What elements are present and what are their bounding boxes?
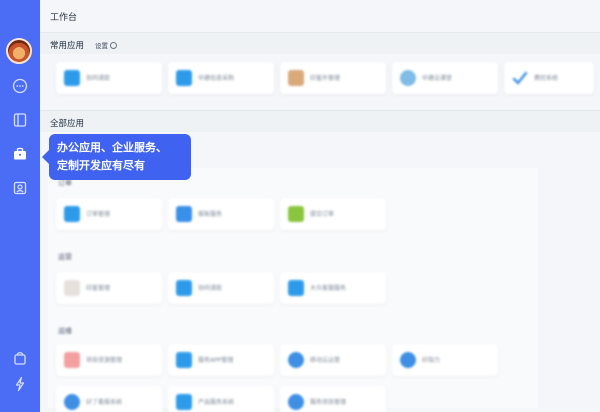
avatar[interactable] [6, 38, 32, 64]
lightning-icon[interactable] [10, 374, 30, 394]
app-label: 大众客服服务 [310, 285, 347, 292]
app-card[interactable]: 协同请款 [56, 62, 162, 94]
app-icon-blue [176, 394, 192, 410]
app-card[interactable]: 提交订单 [280, 198, 386, 230]
app-icon-blue [64, 70, 80, 86]
app-icon-check [512, 70, 528, 86]
tooltip-line-2: 定制开发应有尽有 [57, 159, 145, 172]
app-label: 提交订单 [310, 211, 335, 218]
bag-icon[interactable] [10, 348, 30, 368]
settings-link[interactable]: 设置 [95, 40, 117, 50]
app-label: 好指力 [422, 357, 441, 364]
settings-label: 设置 [95, 42, 108, 50]
main-area: 工作台 常用应用 设置 协同请款 中建信息采购 印鉴外管理 中建云课堂 费控系统… [40, 0, 600, 412]
app-icon-round [64, 394, 80, 410]
app-icon-blue [176, 352, 192, 368]
app-label: 印鉴外管理 [310, 75, 341, 82]
app-icon-blue [288, 280, 304, 296]
app-card[interactable]: 报账服务 [168, 198, 274, 230]
app-icon-teal [400, 70, 416, 86]
app-card[interactable]: 服务项目管理 [280, 386, 386, 412]
app-label: 项目资源管理 [86, 357, 123, 364]
app-label: 协同请款 [86, 75, 111, 82]
app-icon-blue [64, 206, 80, 222]
common-apps-label: 常用应用 [50, 41, 85, 51]
common-apps-header: 常用应用 设置 [40, 32, 600, 54]
feature-tooltip: 办公应用、企业服务、 定制开发应有尽有 [42, 134, 191, 180]
app-window: 工作台 常用应用 设置 协同请款 中建信息采购 印鉴外管理 中建云课堂 费控系统… [0, 0, 600, 412]
app-label: 产品服务系统 [198, 399, 235, 406]
app-card[interactable]: 印鉴管理 [56, 272, 162, 304]
app-label: 印鉴管理 [86, 285, 111, 292]
tooltip-line-1: 办公应用、企业服务、 [57, 141, 167, 154]
contact-card-icon[interactable] [10, 178, 30, 198]
app-card[interactable]: 订单管理 [56, 198, 162, 230]
book-icon[interactable] [10, 110, 30, 130]
app-icon-pink [64, 352, 80, 368]
app-card[interactable]: 项目资源管理 [56, 344, 162, 376]
app-icon-tan [288, 70, 304, 86]
app-label: 服务APP管理 [198, 357, 234, 364]
group-label: 运营 [58, 253, 72, 261]
gear-icon [110, 41, 117, 49]
all-apps-label: 全部应用 [50, 119, 85, 129]
app-label: 中建云课堂 [422, 75, 453, 82]
app-card[interactable]: 中建云课堂 [392, 62, 498, 94]
chat-icon[interactable] [10, 76, 30, 96]
app-icon-grey [64, 280, 80, 296]
app-icon-round [400, 352, 416, 368]
app-card[interactable]: 大众客服服务 [280, 272, 386, 304]
sidebar [0, 0, 40, 412]
app-label: 服务项目管理 [310, 399, 347, 406]
app-icon-round [288, 352, 304, 368]
app-card[interactable]: 服务APP管理 [168, 344, 274, 376]
app-card[interactable]: 好了看报系统 [56, 386, 162, 412]
app-icon-round [288, 394, 304, 410]
app-card[interactable]: 产品服务系统 [168, 386, 274, 412]
app-label: 中建信息采购 [198, 75, 235, 82]
app-label: 报账服务 [198, 211, 223, 218]
app-card[interactable]: 印鉴外管理 [280, 62, 386, 94]
app-card[interactable]: 费控系统 [504, 62, 594, 94]
app-icon-blue [176, 70, 192, 86]
page-title: 工作台 [50, 13, 78, 23]
briefcase-icon[interactable] [10, 144, 30, 164]
app-label: 好了看报系统 [86, 399, 123, 406]
app-label: 协同请款 [198, 285, 223, 292]
app-icon-blue [176, 206, 192, 222]
app-card[interactable]: 移动云运营 [280, 344, 386, 376]
app-card[interactable]: 中建信息采购 [168, 62, 274, 94]
app-label: 费控系统 [534, 75, 559, 82]
app-card[interactable]: 好指力 [392, 344, 498, 376]
app-label: 订单管理 [86, 211, 111, 218]
group-label: 运维 [58, 327, 72, 335]
app-card[interactable]: 协同请款 [168, 272, 274, 304]
app-icon-blue [176, 280, 192, 296]
all-apps-header: 全部应用 [40, 110, 600, 132]
app-icon-green [288, 206, 304, 222]
app-label: 移动云运营 [310, 357, 341, 364]
